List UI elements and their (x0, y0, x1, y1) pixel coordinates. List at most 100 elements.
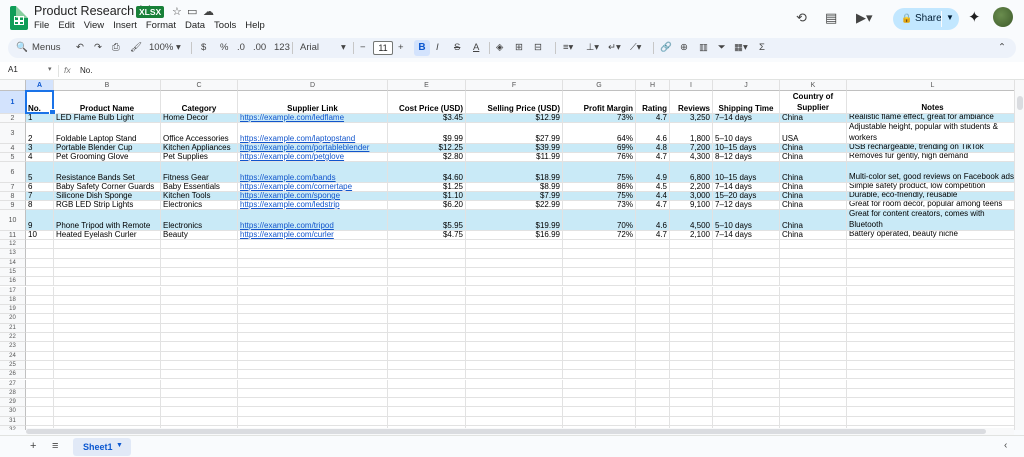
row-header[interactable]: 4 (0, 144, 26, 153)
gemini-sparkle-icon[interactable]: ✦ (968, 8, 981, 26)
column-header-j[interactable]: J (713, 80, 780, 91)
table-cell[interactable]: 3,000 (670, 192, 713, 201)
insert-link-icon[interactable]: 🔗 (660, 41, 672, 55)
empty-cell[interactable] (563, 379, 636, 389)
chevron-down-icon[interactable]: ▾ (341, 41, 346, 55)
empty-cell[interactable] (636, 342, 670, 352)
table-cell[interactable]: Removes fur gently, high demand (847, 153, 1019, 162)
empty-cell[interactable] (54, 379, 161, 389)
empty-cell[interactable] (161, 249, 238, 259)
table-cell[interactable]: China (780, 153, 847, 162)
table-cell[interactable]: Adjustable height, popular with students… (847, 123, 1019, 144)
table-cell[interactable]: Foldable Laptop Stand (54, 123, 161, 144)
table-cell[interactable]: $8.99 (466, 183, 563, 192)
table-cell[interactable]: China (780, 144, 847, 153)
empty-cell[interactable] (563, 258, 636, 268)
empty-cell[interactable] (780, 407, 847, 417)
empty-cell[interactable] (563, 388, 636, 399)
table-cell[interactable]: Office Accessories (161, 123, 238, 144)
formula-input[interactable]: No. (80, 66, 92, 75)
table-cell[interactable]: 4.7 (636, 114, 670, 123)
table-cell[interactable]: 8–12 days (713, 153, 780, 162)
empty-cell[interactable] (847, 388, 1019, 399)
empty-cell[interactable] (388, 314, 466, 324)
empty-cell[interactable] (466, 360, 563, 371)
chevron-down-icon[interactable]: ▼ (946, 13, 954, 22)
column-header-g[interactable]: G (563, 80, 636, 91)
borders-icon[interactable]: ⊞ (515, 41, 523, 55)
functions-icon[interactable]: Σ (759, 41, 765, 55)
table-cell[interactable]: Multi-color set, good reviews on Faceboo… (847, 162, 1019, 183)
empty-cell[interactable] (466, 407, 563, 417)
decrease-font-size-icon[interactable]: − (360, 41, 366, 55)
empty-cell[interactable] (780, 342, 847, 352)
empty-cell[interactable] (161, 240, 238, 250)
empty-cell[interactable] (636, 305, 670, 315)
table-cell[interactable]: 4.6 (636, 210, 670, 231)
empty-cell[interactable] (563, 360, 636, 371)
table-cell[interactable]: Pet Supplies (161, 153, 238, 162)
empty-cell[interactable] (466, 351, 563, 361)
empty-cell[interactable] (161, 333, 238, 343)
table-cell[interactable]: Baby Safety Corner Guards (54, 183, 161, 192)
empty-cell[interactable] (847, 360, 1019, 371)
empty-cell[interactable] (238, 351, 388, 361)
empty-cell[interactable] (161, 407, 238, 417)
empty-cell[interactable] (54, 333, 161, 343)
decrease-decimal-button[interactable]: .0 (237, 41, 245, 55)
empty-cell[interactable] (847, 286, 1019, 296)
empty-cell[interactable] (54, 314, 161, 324)
empty-cell[interactable] (780, 379, 847, 389)
table-cell[interactable]: Baby Essentials (161, 183, 238, 192)
empty-cell[interactable] (388, 416, 466, 426)
column-header-d[interactable]: D (238, 80, 388, 91)
insert-chart-icon[interactable]: ▥ (699, 41, 708, 55)
empty-cell[interactable] (26, 258, 54, 268)
empty-cell[interactable] (26, 249, 54, 259)
empty-cell[interactable] (670, 407, 713, 417)
empty-cell[interactable] (847, 370, 1019, 380)
empty-cell[interactable] (388, 370, 466, 380)
table-cell[interactable]: $12.25 (388, 144, 466, 153)
empty-cell[interactable] (713, 407, 780, 417)
table-cell[interactable]: 2,200 (670, 183, 713, 192)
empty-cell[interactable] (54, 286, 161, 296)
version-history-icon[interactable]: ⟲ (796, 10, 807, 26)
row-header[interactable]: 26 (0, 370, 26, 380)
empty-cell[interactable] (161, 388, 238, 399)
empty-cell[interactable] (238, 323, 388, 333)
menu-data[interactable]: Data (185, 20, 205, 31)
empty-cell[interactable] (636, 249, 670, 259)
empty-cell[interactable] (388, 286, 466, 296)
empty-cell[interactable] (713, 370, 780, 380)
table-cell[interactable]: Durable, eco-friendly, reusable (847, 192, 1019, 201)
table-cell[interactable]: 4.7 (636, 153, 670, 162)
empty-cell[interactable] (54, 388, 161, 399)
table-cell[interactable]: China (780, 183, 847, 192)
table-cell[interactable]: 8 (26, 201, 54, 210)
name-box[interactable]: A1 (8, 65, 18, 74)
table-cell[interactable]: 7,200 (670, 144, 713, 153)
increase-decimal-button[interactable]: .00 (253, 41, 266, 55)
empty-cell[interactable] (238, 240, 388, 250)
header-cell[interactable]: Product Name (54, 91, 161, 114)
percent-format-button[interactable]: % (220, 41, 228, 55)
empty-cell[interactable] (388, 351, 466, 361)
table-cell[interactable]: 4.7 (636, 231, 670, 240)
text-wrapping-icon[interactable]: ↵▾ (608, 41, 621, 55)
fill-color-icon[interactable]: ◈ (496, 41, 503, 55)
empty-cell[interactable] (563, 398, 636, 408)
chevron-up-icon[interactable]: ⌃ (998, 41, 1006, 55)
empty-cell[interactable] (26, 323, 54, 333)
cloud-status-icon[interactable]: ☁ (203, 5, 214, 18)
search-menus-label[interactable]: Menus (32, 41, 61, 55)
empty-cell[interactable] (26, 379, 54, 389)
empty-cell[interactable] (847, 351, 1019, 361)
empty-cell[interactable] (847, 267, 1019, 278)
table-cell[interactable]: $9.99 (388, 123, 466, 144)
table-cell[interactable]: 9 (26, 210, 54, 231)
row-header[interactable]: 11 (0, 231, 26, 240)
empty-cell[interactable] (388, 240, 466, 250)
empty-cell[interactable] (26, 305, 54, 315)
empty-cell[interactable] (54, 370, 161, 380)
